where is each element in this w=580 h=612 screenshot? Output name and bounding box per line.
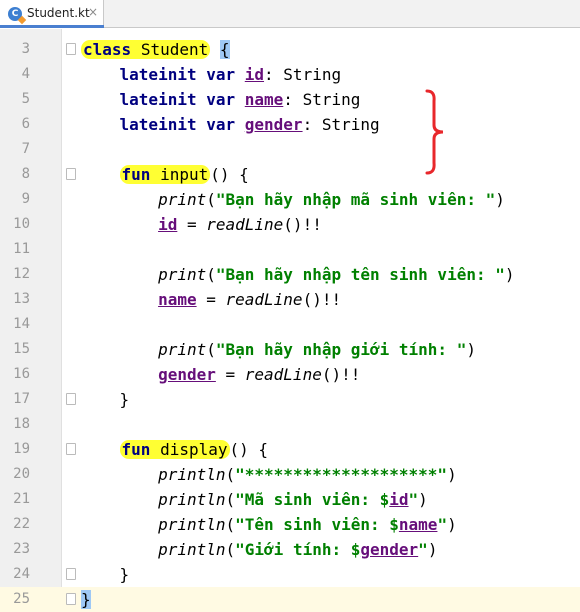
line-number: 8	[21, 166, 30, 182]
line-number: 24	[13, 566, 30, 582]
code-line: 13 name = readLine()!!	[0, 287, 580, 312]
line-number: 20	[13, 466, 30, 482]
line-number: 19	[13, 441, 30, 457]
code-line: 21 println("Mã sinh viên: $id")	[0, 487, 580, 512]
code-line: 17 }	[0, 387, 580, 412]
active-tab-indicator	[0, 25, 104, 28]
fold-marker-icon[interactable]	[66, 393, 76, 405]
kotlin-file-icon: C	[8, 7, 22, 21]
line-number: 3	[21, 41, 30, 57]
line-number: 17	[13, 391, 30, 407]
close-icon[interactable]: ×	[88, 5, 98, 19]
code-line: 5 lateinit var name: String	[0, 87, 580, 112]
code-text: lateinit var id: String	[119, 65, 342, 84]
line-number: 23	[13, 541, 30, 557]
code-line: 7	[0, 137, 580, 162]
line-number: 25	[13, 591, 30, 607]
code-text: fun display() {	[119, 440, 269, 459]
code-text: }	[81, 590, 91, 609]
fold-marker-icon[interactable]	[66, 593, 76, 605]
line-number: 4	[21, 66, 30, 82]
code-line: 15 print("Bạn hãy nhập giới tính: ")	[0, 337, 580, 362]
code-text: println("Mã sinh viên: $id")	[158, 490, 428, 509]
code-text: id = readLine()!!	[158, 215, 322, 234]
line-number: 18	[13, 416, 30, 432]
code-text: fun input() {	[119, 165, 249, 184]
code-text: class Student {	[81, 40, 230, 59]
code-text: println("Tên sinh viên: $name")	[158, 515, 457, 534]
fold-marker-icon[interactable]	[66, 568, 76, 580]
line-number: 5	[21, 91, 30, 107]
code-text: }	[119, 390, 130, 409]
line-number: 13	[13, 291, 30, 307]
line-number: 6	[21, 116, 30, 132]
current-code-line: 25 }	[0, 587, 580, 612]
code-line: 24 }	[0, 562, 580, 587]
code-line: 3 class Student {	[0, 37, 580, 62]
tab-student-kt[interactable]: C Student.kt ×	[0, 0, 104, 28]
code-line: 11	[0, 237, 580, 262]
fold-marker-icon[interactable]	[66, 443, 76, 455]
code-text: }	[119, 565, 130, 584]
code-text: print("Bạn hãy nhập giới tính: ")	[158, 340, 476, 359]
red-bracket-annotation	[425, 89, 444, 175]
code-line: 18	[0, 412, 580, 437]
code-line: 19 fun display() {	[0, 437, 580, 462]
code-editor[interactable]: 3 class Student { 4 lateinit var id: Str…	[0, 29, 580, 612]
line-number: 22	[13, 516, 30, 532]
code-line: 10 id = readLine()!!	[0, 212, 580, 237]
fold-marker-icon[interactable]	[66, 168, 76, 180]
code-line: 22 println("Tên sinh viên: $name")	[0, 512, 580, 537]
code-text: println("********************")	[158, 465, 457, 484]
code-text: gender = readLine()!!	[158, 365, 361, 384]
code-line: 20 println("********************")	[0, 462, 580, 487]
line-number: 21	[13, 491, 30, 507]
code-text: lateinit var gender: String	[119, 115, 380, 134]
code-line: 6 lateinit var gender: String	[0, 112, 580, 137]
code-line: 4 lateinit var id: String	[0, 62, 580, 87]
code-line: 8 fun input() {	[0, 162, 580, 187]
code-line: 12 print("Bạn hãy nhập tên sinh viên: ")	[0, 262, 580, 287]
code-line: 9 print("Bạn hãy nhập mã sinh viên: ")	[0, 187, 580, 212]
code-text: print("Bạn hãy nhập mã sinh viên: ")	[158, 190, 505, 209]
line-number: 9	[21, 191, 30, 207]
line-number: 15	[13, 341, 30, 357]
tab-title: Student.kt	[27, 6, 90, 20]
code-text: println("Giới tính: $gender")	[158, 540, 438, 559]
code-text: lateinit var name: String	[119, 90, 361, 109]
code-text: print("Bạn hãy nhập tên sinh viên: ")	[158, 265, 515, 284]
editor-tab-bar: C Student.kt ×	[0, 0, 580, 28]
line-number: 14	[13, 316, 30, 332]
line-number: 7	[21, 141, 30, 157]
line-number: 11	[13, 241, 30, 257]
fold-marker-icon[interactable]	[66, 43, 76, 55]
code-text: name = readLine()!!	[158, 290, 342, 309]
code-line: 16 gender = readLine()!!	[0, 362, 580, 387]
code-line: 14	[0, 312, 580, 337]
line-number: 12	[13, 266, 30, 282]
line-number: 16	[13, 366, 30, 382]
code-line: 23 println("Giới tính: $gender")	[0, 537, 580, 562]
line-number: 10	[13, 216, 30, 232]
